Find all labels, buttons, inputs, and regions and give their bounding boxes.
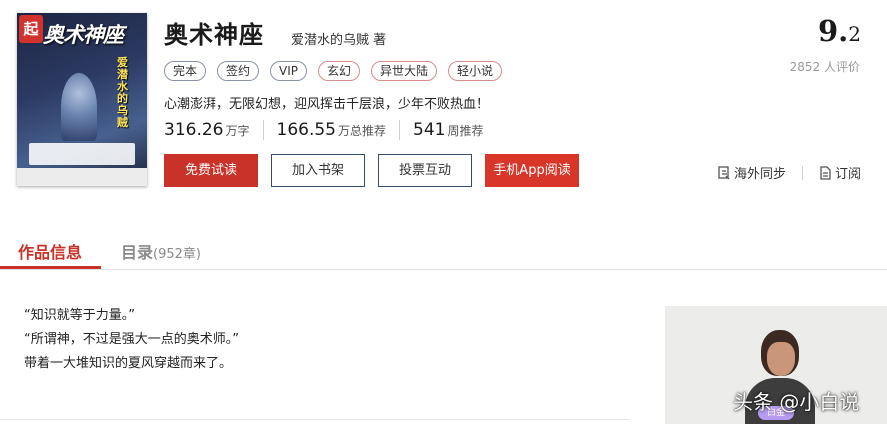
overseas-sync-link[interactable]: 海外同步 [718, 163, 786, 182]
tag-vip[interactable]: VIP [270, 61, 308, 81]
score-integer: 9. [817, 14, 849, 48]
action-buttons: 免费试读 加入书架 投票互动 手机App阅读 [164, 154, 579, 187]
stat-total-recommend: 166.55 万总推荐 [262, 120, 400, 140]
cover-title-art: 奥术神座 [43, 22, 124, 47]
stat-word-count: 316.26 万字 [164, 120, 263, 140]
cover-footer [17, 168, 147, 186]
subscribe-label: 订阅 [834, 167, 861, 182]
tag-genre-light-novel[interactable]: 轻小说 [448, 61, 503, 81]
description-line: 带着一大堆知识的夏风穿越而来了。 [24, 356, 233, 371]
app-read-button[interactable]: 手机App阅读 [485, 154, 579, 187]
tag-signed[interactable]: 签约 [217, 61, 260, 81]
tag-genre-fantasy[interactable]: 玄幻 [318, 61, 361, 81]
book-title: 奥术神座 [164, 21, 264, 49]
sync-icon [718, 165, 730, 179]
cover-illustration [61, 73, 97, 141]
stat-value: 316.26 [164, 120, 224, 140]
author-name[interactable]: 爱潜水的乌贼 著 [291, 29, 386, 48]
author-photo-face [767, 342, 795, 376]
tag-list: 完本 签约 VIP 玄幻 异世大陆 轻小说 [164, 61, 503, 81]
description-line: “知识就等于力量。” [24, 308, 135, 323]
tag-genre-otherworld[interactable]: 异世大陆 [371, 61, 438, 81]
book-cover[interactable]: 起 奥术神座 爱潜水的乌贼 [17, 13, 147, 186]
divider [0, 419, 630, 420]
rating-count[interactable]: 2852 人评价 [790, 58, 860, 75]
detail-tabs: 作品信息 目录(952章) [0, 230, 887, 270]
description-line: “所谓神，不过是强大一点的奥术师。” [24, 332, 239, 347]
subscribe-icon [820, 165, 831, 180]
tag-finished[interactable]: 完本 [164, 61, 207, 81]
stat-unit: 万总推荐 [337, 124, 386, 138]
tab-toc-label: 目录 [121, 243, 154, 262]
stat-unit: 万字 [225, 124, 250, 138]
subscribe-link[interactable]: 订阅 [819, 163, 861, 182]
tab-book-info[interactable]: 作品信息 [18, 239, 82, 263]
qidian-logo: 起 [19, 15, 43, 43]
vote-button[interactable]: 投票互动 [378, 154, 472, 187]
watermark: 头条 @小白说 [733, 390, 860, 414]
book-description: “知识就等于力量。” “所谓神，不过是强大一点的奥术师。” 带着一大堆知识的夏风… [24, 304, 239, 376]
score-decimal: 2 [848, 22, 861, 46]
stat-value: 541 [413, 120, 446, 140]
book-stats: 316.26 万字 166.55 万总推荐 541 周推荐 [164, 120, 496, 140]
book-intro: 心潮澎湃，无限幻想，迎风挥击千层浪，少年不败热血！ [164, 97, 490, 112]
overseas-sync-label: 海外同步 [733, 167, 786, 182]
stat-week-recommend: 541 周推荐 [399, 120, 496, 140]
book-score: 9.2 [818, 14, 861, 48]
stat-value: 166.55 [276, 120, 336, 140]
active-tab-indicator [0, 266, 101, 269]
divider [801, 165, 803, 180]
add-shelf-button[interactable]: 加入书架 [271, 154, 365, 187]
tab-toc-count: (952章) [153, 247, 201, 262]
cover-blurb-box [29, 143, 135, 165]
stat-unit: 周推荐 [447, 124, 484, 138]
side-links: 海外同步 订阅 [718, 163, 861, 182]
tab-table-of-contents[interactable]: 目录(952章) [121, 239, 201, 263]
cover-author-art: 爱潜水的乌贼 [117, 56, 128, 129]
free-read-button[interactable]: 免费试读 [164, 154, 258, 187]
